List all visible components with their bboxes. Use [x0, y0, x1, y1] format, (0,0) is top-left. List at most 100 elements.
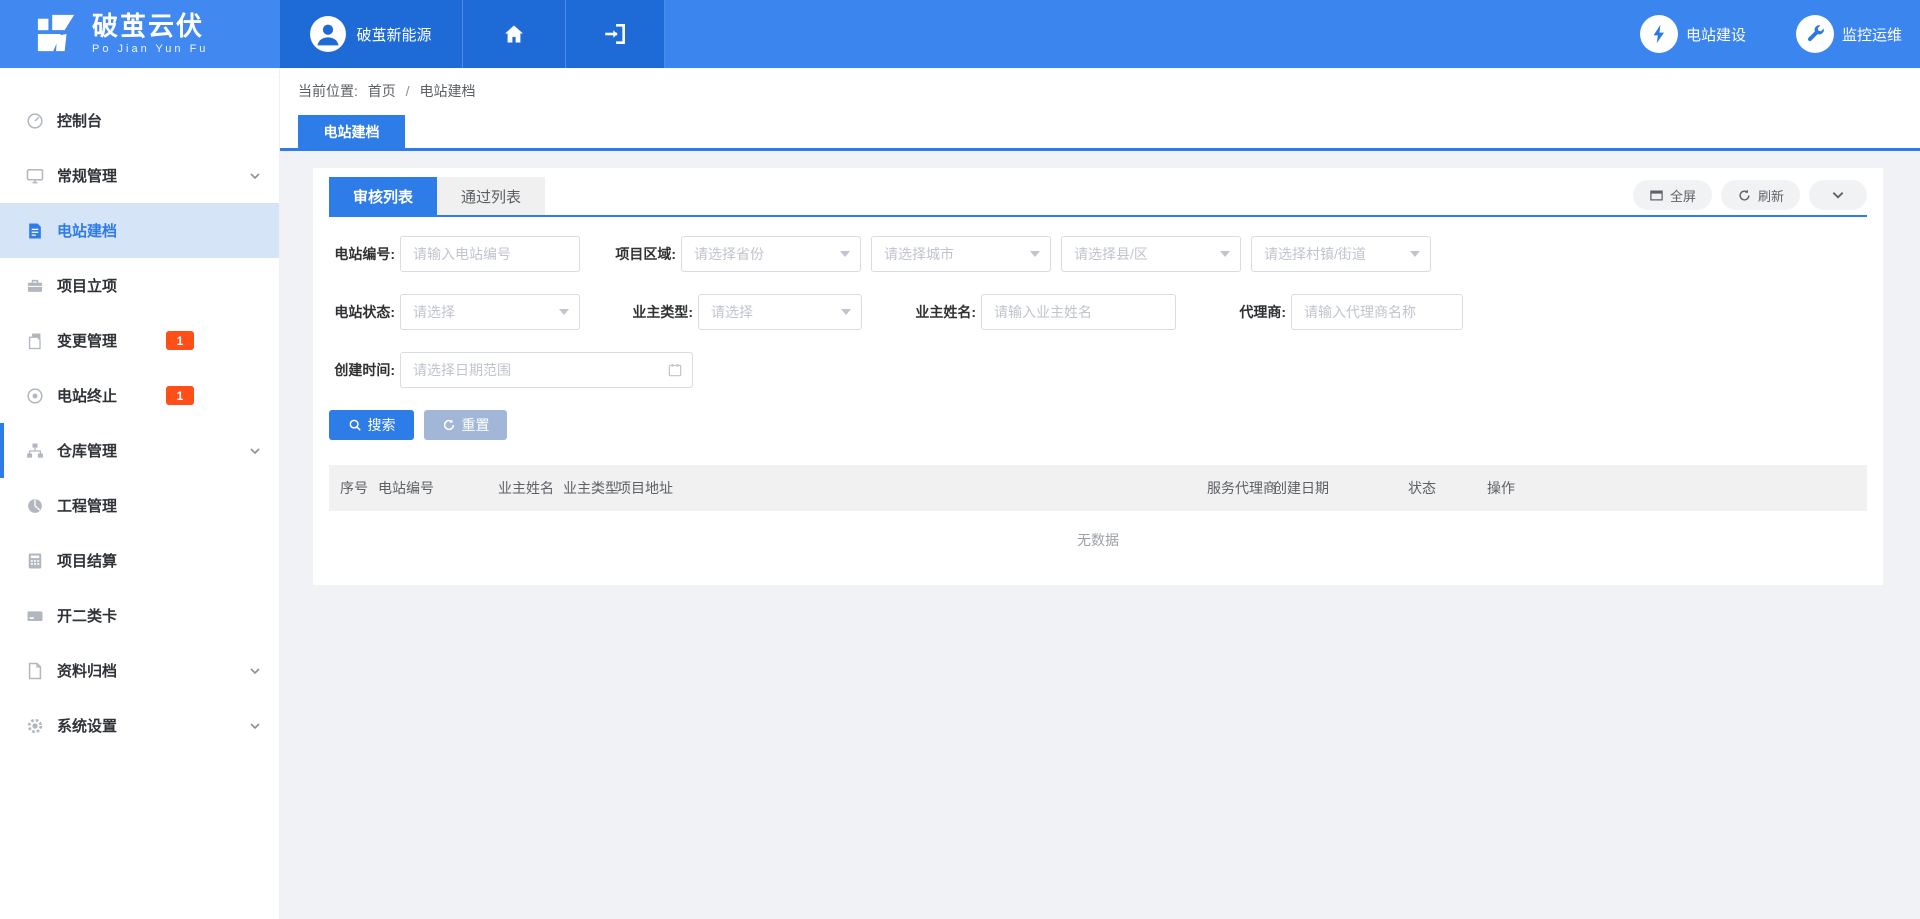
- owner-type-label: 业主类型:: [627, 302, 693, 322]
- station-status-placeholder: 请选择: [413, 302, 455, 322]
- sitemap-icon: [25, 441, 45, 461]
- owner-type-placeholder: 请选择: [711, 302, 753, 322]
- document-icon: [25, 221, 45, 241]
- sidebar-item-engineering-management[interactable]: 工程管理: [0, 478, 279, 533]
- chevron-down-icon: [249, 720, 261, 732]
- agent-input[interactable]: [1291, 294, 1463, 330]
- content-area: 审核列表 通过列表 全屏: [280, 151, 1920, 585]
- breadcrumb-strip: 当前位置: 首页 / 电站建档 电站建档: [280, 68, 1920, 151]
- create-time-label: 创建时间:: [329, 360, 395, 380]
- sidebar: 控制台 常规管理 电站建档 项目立项 变更管理 1: [0, 68, 280, 919]
- page-tab-station-archive[interactable]: 电站建档: [298, 115, 405, 148]
- sidebar-item-warehouse-management[interactable]: 仓库管理: [0, 423, 279, 478]
- sidebar-item-station-termination[interactable]: 电站终止 1: [0, 368, 279, 423]
- search-label: 搜索: [368, 415, 396, 435]
- chevron-down-icon: [1831, 188, 1845, 202]
- col-项目地址: 项目地址: [617, 478, 1207, 498]
- region-label: 项目区域:: [610, 244, 676, 264]
- briefcase-icon: [25, 276, 45, 296]
- col-状态: 状态: [1408, 478, 1487, 498]
- chevron-down-icon: [249, 665, 261, 677]
- filter-row-2: 电站状态: 请选择 业主类型: 请选择 业主姓名: 代理商:: [329, 294, 1867, 330]
- copy-icon: [25, 331, 45, 351]
- caret-down-icon: [840, 251, 850, 257]
- province-select[interactable]: 请选择省份: [681, 236, 861, 272]
- sidebar-item-data-archiving[interactable]: 资料归档: [0, 643, 279, 698]
- station-status-select[interactable]: 请选择: [400, 294, 580, 330]
- reset-icon: [442, 418, 456, 432]
- archive-doc-icon: [25, 661, 45, 681]
- reset-button[interactable]: 重置: [424, 410, 507, 440]
- refresh-label: 刷新: [1758, 186, 1784, 205]
- sidebar-item-console[interactable]: 控制台: [0, 93, 279, 148]
- main-area: 当前位置: 首页 / 电站建档 电站建档 审核列表 通过列表: [280, 68, 1920, 919]
- col-创建日期: 创建日期: [1273, 478, 1408, 498]
- sidebar-item-label: 资料归档: [57, 660, 117, 681]
- caret-down-icon: [1030, 251, 1040, 257]
- owner-name-label: 业主姓名:: [910, 302, 976, 322]
- search-button[interactable]: 搜索: [329, 410, 414, 440]
- station-code-input[interactable]: [400, 236, 580, 272]
- village-placeholder: 请选择村镇/街道: [1264, 244, 1366, 264]
- module-monitoring-ops[interactable]: 监控运维: [1796, 15, 1902, 53]
- city-select[interactable]: 请选择城市: [871, 236, 1051, 272]
- home-icon: [502, 22, 526, 46]
- calculator-icon: [25, 551, 45, 571]
- sidebar-item-change-management[interactable]: 变更管理 1: [0, 313, 279, 368]
- sidebar-item-station-archive[interactable]: 电站建档: [0, 203, 279, 258]
- user-icon: [311, 17, 345, 51]
- breadcrumb-current: 电站建档: [419, 83, 475, 99]
- caret-down-icon: [559, 309, 569, 315]
- refresh-icon: [1737, 188, 1752, 203]
- home-button[interactable]: [463, 0, 566, 68]
- avatar: [310, 16, 346, 52]
- lightning-icon: [1640, 15, 1678, 53]
- caret-down-icon: [841, 309, 851, 315]
- search-icon: [348, 418, 362, 432]
- notification-badge: 1: [166, 331, 194, 350]
- city-placeholder: 请选择城市: [884, 244, 954, 264]
- sidebar-item-general-management[interactable]: 常规管理: [0, 148, 279, 203]
- module-label: 监控运维: [1842, 24, 1902, 45]
- brand-logo[interactable]: 破茧云伏 Po Jian Yun Fu: [0, 0, 280, 68]
- fullscreen-button[interactable]: 全屏: [1633, 180, 1712, 210]
- module-station-construction[interactable]: 电站建设: [1640, 15, 1746, 53]
- sidebar-item-project-initiation[interactable]: 项目立项: [0, 258, 279, 313]
- sidebar-item-project-settlement[interactable]: 项目结算: [0, 533, 279, 588]
- dashboard-icon: [25, 111, 45, 131]
- collapse-button[interactable]: [1809, 180, 1867, 210]
- caret-down-icon: [1410, 251, 1420, 257]
- caret-down-icon: [1220, 251, 1230, 257]
- owner-name-input[interactable]: [981, 294, 1176, 330]
- reset-label: 重置: [462, 415, 490, 435]
- table-header: 序号 电站编号 业主姓名 业主类型 项目地址 服务代理商 创建日期 状态 操作: [329, 465, 1867, 511]
- county-select[interactable]: 请选择县/区: [1061, 236, 1241, 272]
- panel-card: 审核列表 通过列表 全屏: [313, 168, 1883, 585]
- target-icon: [25, 386, 45, 406]
- fullscreen-icon: [1649, 188, 1664, 203]
- sidebar-item-label: 变更管理: [57, 330, 117, 351]
- sidebar-item-label: 仓库管理: [57, 440, 117, 461]
- village-select[interactable]: 请选择村镇/街道: [1251, 236, 1431, 272]
- gauge-pie-icon: [25, 496, 45, 516]
- brand-subtitle: Po Jian Yun Fu: [92, 44, 208, 55]
- brand-logo-icon: [34, 13, 80, 55]
- sign-out-icon: [602, 21, 628, 47]
- active-indicator: [0, 423, 4, 478]
- tab-review-list[interactable]: 审核列表: [329, 177, 437, 215]
- tab-passed-list[interactable]: 通过列表: [437, 177, 545, 215]
- user-menu[interactable]: 破茧新能源: [280, 0, 463, 68]
- filter-actions: 搜索 重置: [329, 410, 1867, 440]
- breadcrumb-home-link[interactable]: 首页: [368, 83, 396, 99]
- owner-type-select[interactable]: 请选择: [698, 294, 862, 330]
- col-服务代理商: 服务代理商: [1207, 478, 1273, 498]
- sidebar-item-open-class2-card[interactable]: 开二类卡: [0, 588, 279, 643]
- refresh-button[interactable]: 刷新: [1721, 180, 1800, 210]
- calendar-icon[interactable]: [667, 362, 683, 378]
- date-range-input[interactable]: [400, 352, 693, 388]
- sidebar-item-system-settings[interactable]: 系统设置: [0, 698, 279, 753]
- sign-out-button[interactable]: [566, 0, 665, 68]
- sidebar-item-label: 工程管理: [57, 495, 117, 516]
- fullscreen-label: 全屏: [1670, 186, 1696, 205]
- breadcrumb-separator: /: [406, 83, 410, 99]
